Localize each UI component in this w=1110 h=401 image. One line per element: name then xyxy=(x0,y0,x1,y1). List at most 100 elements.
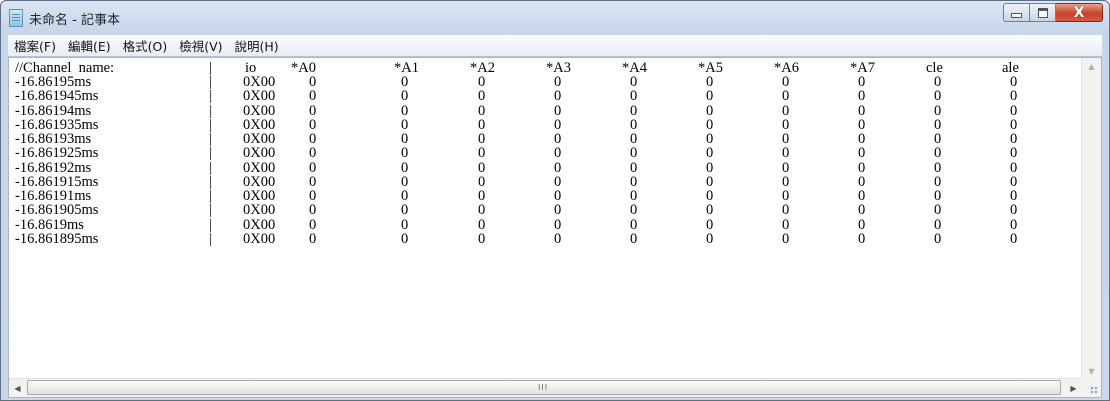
menu-file[interactable]: 檔案(F) xyxy=(8,36,62,55)
row-value-cle: 0 xyxy=(934,88,942,105)
menu-edit[interactable]: 編輯(E) xyxy=(62,36,117,55)
row-value-a2: 0 xyxy=(478,159,486,176)
window-title: 未命名 - 記事本 xyxy=(29,13,120,28)
row-time: -16.86191ms xyxy=(15,188,92,204)
row-io: 0X00 xyxy=(243,159,276,176)
notepad-icon[interactable] xyxy=(9,9,23,27)
maximize-button[interactable] xyxy=(1030,3,1056,22)
row-value-cle: 0 xyxy=(934,188,942,204)
row-separator: | xyxy=(209,188,212,204)
header-label: //Channel name: xyxy=(15,60,115,76)
row-value-a3: 0 xyxy=(554,145,562,162)
row-value-a4: 0 xyxy=(630,216,638,233)
row-value-a6: 0 xyxy=(782,145,790,162)
row-value-a3: 0 xyxy=(554,202,562,219)
row-value-a4: 0 xyxy=(630,88,638,105)
row-value-a2: 0 xyxy=(478,131,486,147)
header-col-io: io xyxy=(245,60,257,76)
horizontal-scrollbar[interactable]: ◀ III ▶ xyxy=(9,378,1082,397)
minimize-icon xyxy=(1011,13,1022,18)
row-value-a6: 0 xyxy=(782,88,790,105)
caption-buttons: X xyxy=(1003,3,1103,23)
row-value-a0: 0 xyxy=(309,159,317,176)
scroll-left-arrow-icon[interactable]: ◀ xyxy=(9,379,26,397)
row-value-a7: 0 xyxy=(858,116,866,133)
row-value-a0: 0 xyxy=(309,74,317,90)
row-value-a5: 0 xyxy=(706,173,714,190)
row-value-a3: 0 xyxy=(554,131,562,147)
row-value-a7: 0 xyxy=(858,202,866,219)
header-col-a4: *A4 xyxy=(622,60,647,76)
row-value-a7: 0 xyxy=(858,88,866,105)
row-value-a5: 0 xyxy=(706,88,714,105)
row-time: -16.86193ms xyxy=(15,131,92,147)
row-value-a4: 0 xyxy=(630,230,638,247)
row-value-ale: 0 xyxy=(1010,202,1018,219)
row-value-a2: 0 xyxy=(478,216,486,233)
row-value-cle: 0 xyxy=(934,230,942,247)
text-area[interactable]: //Channel name: | io *A0 *A1 *A2 *A3 *A4… xyxy=(9,58,1082,380)
row-value-a0: 0 xyxy=(309,88,317,105)
row-value-a2: 0 xyxy=(478,173,486,190)
scroll-down-arrow-icon[interactable]: ▼ xyxy=(1082,363,1101,380)
row-value-a1: 0 xyxy=(401,216,409,233)
row-value-a2: 0 xyxy=(478,145,486,162)
row-time: -16.86195ms xyxy=(15,74,92,90)
menu-format[interactable]: 格式(O) xyxy=(117,36,174,55)
row-value-a7: 0 xyxy=(858,230,866,247)
menu-help[interactable]: 說明(H) xyxy=(229,36,285,55)
row-io: 0X00 xyxy=(243,216,276,233)
row-value-a3: 0 xyxy=(554,74,562,90)
row-value-a7: 0 xyxy=(858,74,866,90)
header-line: //Channel name: | io *A0 *A1 *A2 *A3 *A4… xyxy=(9,61,1019,76)
row-value-a4: 0 xyxy=(630,202,638,219)
row-separator: | xyxy=(209,102,212,119)
row-value-ale: 0 xyxy=(1010,88,1018,105)
menu-view[interactable]: 檢視(V) xyxy=(173,36,228,55)
title-bar[interactable]: 未命名 - 記事本 X xyxy=(1,1,1109,33)
row-value-a5: 0 xyxy=(706,216,714,233)
close-button[interactable]: X xyxy=(1056,3,1103,22)
row-separator: | xyxy=(209,230,212,247)
row-value-a5: 0 xyxy=(706,159,714,176)
row-value-cle: 0 xyxy=(934,216,942,233)
row-value-ale: 0 xyxy=(1010,216,1018,233)
row-separator: | xyxy=(209,216,212,233)
row-value-a1: 0 xyxy=(401,159,409,176)
header-col-a3: *A3 xyxy=(546,60,571,76)
row-value-a0: 0 xyxy=(309,216,317,233)
row-value-a6: 0 xyxy=(782,159,790,176)
row-value-a1: 0 xyxy=(401,74,409,90)
minimize-button[interactable] xyxy=(1003,3,1030,22)
row-value-a0: 0 xyxy=(309,131,317,147)
row-value-a5: 0 xyxy=(706,230,714,247)
horizontal-scroll-thumb[interactable]: III xyxy=(27,380,1061,395)
row-value-ale: 0 xyxy=(1010,116,1018,133)
vertical-scrollbar[interactable]: ▲ ▼ xyxy=(1081,58,1101,380)
scroll-right-arrow-icon[interactable]: ▶ xyxy=(1065,379,1082,397)
row-io: 0X00 xyxy=(243,188,276,204)
row-value-cle: 0 xyxy=(934,145,942,162)
row-separator: | xyxy=(209,88,212,105)
row-value-a6: 0 xyxy=(782,173,790,190)
row-time: -16.86194ms xyxy=(15,102,92,119)
text-editor[interactable]: //Channel name: | io *A0 *A1 *A2 *A3 *A4… xyxy=(8,57,1102,398)
header-col-a7: *A7 xyxy=(850,60,875,76)
row-separator: | xyxy=(209,116,212,133)
row-value-a7: 0 xyxy=(858,131,866,147)
row-value-a2: 0 xyxy=(478,88,486,105)
row-time: -16.861905ms xyxy=(15,202,99,219)
row-value-a3: 0 xyxy=(554,116,562,133)
row-value-a5: 0 xyxy=(706,74,714,90)
scroll-up-arrow-icon[interactable]: ▲ xyxy=(1082,58,1101,75)
row-io: 0X00 xyxy=(243,131,276,147)
row-value-cle: 0 xyxy=(934,202,942,219)
resize-grip-icon[interactable] xyxy=(1082,379,1101,397)
row-io: 0X00 xyxy=(243,102,276,119)
row-value-cle: 0 xyxy=(934,74,942,90)
row-value-a7: 0 xyxy=(858,173,866,190)
maximize-icon xyxy=(1037,7,1048,18)
row-value-cle: 0 xyxy=(934,131,942,147)
row-value-a0: 0 xyxy=(309,230,317,247)
row-value-a7: 0 xyxy=(858,216,866,233)
